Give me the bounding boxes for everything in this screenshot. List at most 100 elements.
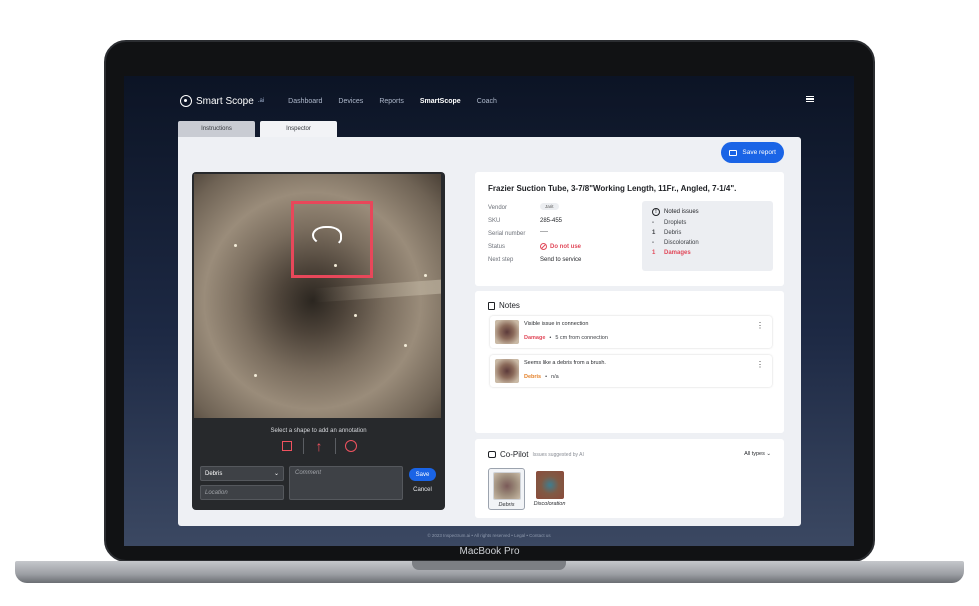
- suggestion-thumbnail: [492, 472, 521, 500]
- issue-type-value: Debris: [205, 470, 223, 477]
- suggestion-label: Discoloration: [533, 501, 566, 507]
- issue-row: 1 Damages: [652, 250, 763, 256]
- logo[interactable]: Smart Scope .ai: [180, 95, 264, 107]
- copilot-subtitle: Issues suggested by AI: [532, 451, 584, 458]
- comment-input[interactable]: Comment: [289, 466, 403, 500]
- issue-row: 1 Debris: [652, 230, 763, 236]
- annotation-hint: Select a shape to add an annotation: [270, 428, 367, 434]
- issue-count: 1: [652, 250, 656, 256]
- issue-name: Droplets: [664, 220, 687, 226]
- note-thumbnail[interactable]: [495, 359, 519, 383]
- note-thumbnail[interactable]: [495, 320, 519, 344]
- square-tool[interactable]: [271, 438, 303, 454]
- annotation-cancel-button[interactable]: Cancel: [409, 487, 436, 493]
- device-brand: MacBook Pro: [459, 546, 520, 557]
- annotation-box[interactable]: [291, 201, 373, 278]
- speck: [234, 244, 237, 247]
- scope-image[interactable]: [194, 174, 441, 418]
- notes-heading: Notes: [488, 301, 520, 310]
- suggestion-label: Debris: [498, 502, 515, 508]
- kebab-icon[interactable]: ⋮: [756, 360, 764, 369]
- square-shape-icon: [281, 441, 292, 451]
- issue-row: - Droplets: [652, 220, 763, 226]
- type-filter-value: All types: [744, 451, 765, 457]
- note-item[interactable]: Visible issue in connection Damage • 5 c…: [490, 316, 772, 348]
- suggestion-discoloration[interactable]: Discoloration: [531, 468, 568, 510]
- nav-dashboard[interactable]: Dashboard: [288, 98, 322, 105]
- nav-devices[interactable]: Devices: [338, 98, 363, 105]
- nav-reports[interactable]: Reports: [379, 98, 404, 105]
- speck: [354, 314, 357, 317]
- robot-icon: [488, 451, 496, 458]
- info-icon: !: [652, 208, 660, 216]
- top-nav: Smart Scope .ai Dashboard Devices Reports…: [180, 94, 814, 108]
- nav-smartscope[interactable]: SmartScope: [420, 98, 461, 105]
- sku-value: 285-455: [540, 218, 563, 224]
- notes-card: Notes Visible issue in connection Damage…: [475, 291, 784, 433]
- issue-name: Discoloration: [664, 240, 699, 246]
- note-item[interactable]: Seems like a debris from a brush. Debris…: [490, 355, 772, 387]
- copilot-heading: Co-Pilot Issues suggested by AI: [488, 450, 584, 459]
- footer: © 2023 Inspectrum.ai • All rights reserv…: [427, 533, 551, 538]
- arrow-shape-icon: ↑: [315, 438, 323, 454]
- note-text: Seems like a debris from a brush.: [524, 360, 606, 366]
- tab-inspector[interactable]: Inspector: [260, 121, 337, 137]
- vendor-label: Vendor: [488, 205, 508, 211]
- nav-coach[interactable]: Coach: [477, 98, 497, 105]
- image-streak: [313, 279, 441, 303]
- product-card: Frazier Suction Tube, 3-7/8"Working Leng…: [475, 172, 784, 286]
- noted-issues-box: ! Noted issues - Droplets 1 Debris - Discol…: [642, 201, 773, 271]
- suggestion-thumbnail: [535, 471, 564, 499]
- circle-tool[interactable]: [334, 438, 367, 454]
- note-text: Visible issue in connection: [524, 321, 589, 327]
- screen: Smart Scope .ai Dashboard Devices Reports…: [124, 76, 854, 546]
- logo-icon: [180, 95, 192, 107]
- note-meta: Damage • 5 cm from connection: [524, 335, 608, 341]
- product-title: Frazier Suction Tube, 3-7/8"Working Leng…: [488, 184, 737, 193]
- save-report-button[interactable]: Save report: [721, 142, 784, 163]
- speck: [424, 274, 427, 277]
- circle-shape-icon: [345, 440, 357, 452]
- annotation-save-button[interactable]: Save: [409, 468, 436, 481]
- kebab-icon[interactable]: ⋮: [756, 321, 764, 330]
- note-detail: n/a: [551, 374, 559, 380]
- issue-row: - Discoloration: [652, 240, 763, 246]
- issue-count: -: [652, 240, 654, 246]
- note-meta: Debris • n/a: [524, 374, 559, 380]
- location-input[interactable]: Location: [200, 485, 284, 500]
- shape-tools: ↑: [192, 438, 445, 454]
- speck: [254, 374, 257, 377]
- sku-label: SKU: [488, 218, 501, 224]
- speck: [404, 344, 407, 347]
- issue-count: -: [652, 220, 654, 226]
- next-step-value: Send to service: [540, 257, 582, 263]
- laptop-notch: [412, 561, 566, 570]
- logo-text: Smart Scope: [196, 95, 254, 107]
- note-detail: 5 cm from connection: [555, 335, 608, 341]
- type-filter-dropdown[interactable]: All types ⌄: [744, 451, 771, 457]
- serial-value: ----: [540, 229, 548, 235]
- tab-instructions[interactable]: Instructions: [178, 121, 255, 137]
- noted-issues-heading: ! Noted issues: [652, 208, 763, 216]
- issue-type-select[interactable]: Debris ⌄: [200, 466, 284, 481]
- meta-separator: •: [545, 374, 548, 380]
- meta-separator: •: [549, 335, 552, 341]
- notes-title: Notes: [499, 301, 520, 310]
- hamburger-icon[interactable]: [806, 96, 814, 102]
- chevron-down-icon: ⌄: [766, 451, 771, 457]
- status-value: Do not use: [540, 243, 581, 250]
- status-text: Do not use: [550, 243, 581, 250]
- vendor-badge: Jarit: [540, 203, 559, 210]
- copilot-card: Co-Pilot Issues suggested by AI All type…: [475, 439, 784, 518]
- next-step-label: Next step: [488, 257, 514, 263]
- serial-label: Serial number: [488, 231, 526, 237]
- chevron-down-icon: ⌄: [273, 471, 279, 477]
- arrow-tool[interactable]: ↑: [302, 438, 335, 454]
- save-report-label: Save report: [742, 149, 776, 156]
- issue-name: Damages: [664, 250, 691, 256]
- note-tag: Damage: [524, 335, 546, 341]
- suggestion-debris[interactable]: Debris: [488, 468, 525, 510]
- inspector-panel: Save report Select a shape to add an ann…: [178, 137, 801, 526]
- copilot-title: Co-Pilot: [500, 450, 529, 459]
- no-entry-icon: [540, 243, 547, 250]
